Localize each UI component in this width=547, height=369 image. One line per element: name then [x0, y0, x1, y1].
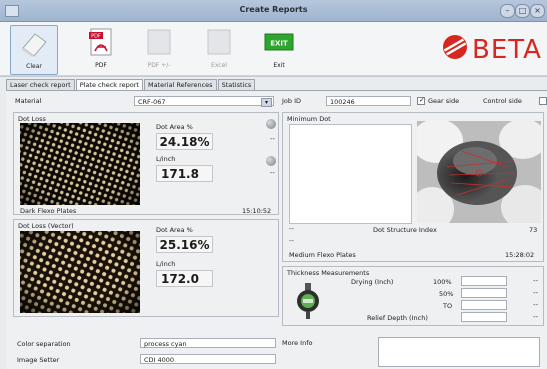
gear-side-label: Gear side	[428, 97, 460, 105]
maximize-icon[interactable]: □	[515, 4, 530, 18]
job-id-field[interactable]: 100246	[326, 96, 411, 106]
minimize-icon[interactable]: –	[500, 4, 515, 18]
color-separation-field[interactable]: process cyan	[140, 338, 276, 348]
exit-icon: EXIT	[264, 33, 294, 51]
control-side-label: Control side	[483, 97, 522, 105]
pdf-plus-button[interactable]: PDF +/-	[136, 25, 182, 73]
minimum-dot-dash-2: --	[289, 237, 295, 245]
status-indicator-icon	[266, 156, 276, 166]
minimum-dot-blank-image	[289, 124, 412, 224]
svg-text:EXIT: EXIT	[270, 40, 288, 48]
dot-loss-vector-title: Dot Loss (Vector)	[18, 222, 74, 230]
minimum-dot-time: 15:28:02	[505, 251, 535, 259]
material-label: Material	[15, 97, 42, 105]
lpi-value: 171.8	[156, 165, 213, 182]
material-select[interactable]: CRF-067 ▾	[134, 96, 274, 107]
svg-text:BETA: BETA	[472, 35, 542, 65]
thickness-to-dash: --	[533, 301, 539, 309]
vector-lpi-value: 172.0	[156, 270, 213, 287]
dot-loss-image	[20, 123, 140, 205]
dot-loss-panel: Dot Loss Dot Area % 24.18% -- L/inch 171…	[13, 112, 279, 215]
toolbar-divider	[0, 75, 547, 76]
thickness-to-field[interactable]	[461, 300, 507, 310]
report-content: Material CRF-067 ▾ Job ID 100246 ✓ Gear …	[6, 90, 547, 369]
clear-button[interactable]: Clear	[10, 25, 58, 75]
vector-dot-area-label: Dot Area %	[156, 226, 193, 234]
exit-button[interactable]: EXIT Exit	[256, 25, 302, 73]
relief-depth-field[interactable]	[461, 312, 507, 322]
plate-type-label: Dark Flexo Plates	[20, 207, 77, 215]
gauge-icon	[297, 283, 319, 319]
pdf-icon: PDF	[89, 28, 112, 56]
dot-loss-vector-image	[20, 231, 140, 313]
spreadsheet-icon	[207, 29, 231, 55]
more-info-field[interactable]	[378, 337, 540, 367]
tab-bar: Laser check report Plate check report Mate…	[6, 79, 256, 90]
thickness-100-label: 100%	[433, 278, 452, 286]
beta-logo: BETA	[443, 35, 542, 65]
minimum-dot-title: Minimum Dot	[287, 115, 331, 123]
excel-label: Excel	[211, 62, 227, 69]
document-icon	[147, 29, 171, 55]
lpi-dash: --	[270, 169, 276, 177]
drying-label: Drying (Inch)	[351, 278, 394, 286]
material-value: CRF-067	[138, 98, 166, 106]
gear-side-checkbox[interactable]: ✓	[417, 96, 425, 105]
image-setter-field[interactable]: CDI 4000	[140, 354, 276, 364]
title-bar: Create Reports – □ ×	[0, 0, 547, 22]
dot-area-dash: --	[270, 135, 276, 143]
thickness-title: Thickness Measurements	[287, 269, 370, 277]
tab-laser-check-report[interactable]: Laser check report	[6, 79, 75, 90]
chevron-down-icon[interactable]: ▾	[261, 98, 272, 107]
pdf-button[interactable]: PDF PDF	[78, 25, 124, 73]
control-side-checkbox[interactable]	[539, 97, 547, 105]
svg-text:PDF: PDF	[91, 34, 101, 40]
dot-loss-time: 15:10:52	[242, 207, 272, 215]
minimum-dot-image	[417, 121, 541, 223]
relief-depth-dash: --	[533, 313, 539, 321]
exit-label: Exit	[273, 62, 285, 69]
pdf-label: PDF	[95, 62, 107, 69]
thickness-50-field[interactable]	[461, 288, 507, 298]
color-separation-label: Color separation	[17, 340, 71, 348]
minimum-dot-plate-label: Medium Flexo Plates	[289, 251, 356, 259]
minimum-dot-dash: --	[289, 225, 295, 233]
dot-loss-vector-panel: Dot Loss (Vector) Dot Area % 25.16% L/in…	[13, 219, 279, 317]
status-indicator-icon	[266, 119, 276, 129]
pdf-plus-label: PDF +/-	[147, 62, 171, 69]
close-icon[interactable]: ×	[530, 4, 545, 18]
tab-material-references[interactable]: Material References	[143, 79, 217, 90]
dot-area-label: Dot Area %	[156, 123, 193, 131]
tab-statistics[interactable]: Statistics	[217, 79, 256, 90]
dot-loss-title: Dot Loss	[18, 115, 46, 123]
window-title: Create Reports	[239, 5, 308, 14]
thickness-100-field[interactable]	[461, 276, 507, 286]
thickness-100-dash: --	[533, 277, 539, 285]
thickness-panel: Thickness Measurements Drying (Inch) 100…	[282, 266, 544, 326]
dot-structure-index-value: 73	[529, 226, 538, 234]
tab-plate-check-report[interactable]: Plate check report	[75, 79, 143, 90]
image-setter-label: Image Setter	[17, 356, 60, 364]
thickness-50-dash: --	[533, 289, 539, 297]
job-id-label: Job ID	[282, 97, 302, 105]
thickness-to-label: TO	[443, 302, 453, 310]
more-info-label: More Info	[282, 339, 313, 347]
minimum-dot-panel: Minimum Dot -- Dot Structure Index 73 --…	[282, 112, 544, 262]
dot-structure-index-label: Dot Structure Index	[373, 226, 437, 234]
vector-lpi-label: L/inch	[156, 260, 176, 268]
lpi-label: L/inch	[156, 155, 176, 163]
vector-dot-area-value: 25.16%	[156, 236, 213, 253]
relief-depth-label: Relief Depth (Inch)	[367, 314, 428, 322]
dot-area-value: 24.18%	[156, 133, 213, 150]
excel-button[interactable]: Excel	[196, 25, 242, 73]
clear-label: Clear	[26, 63, 42, 70]
thickness-50-label: 50%	[439, 290, 454, 298]
eraser-icon	[22, 33, 47, 57]
